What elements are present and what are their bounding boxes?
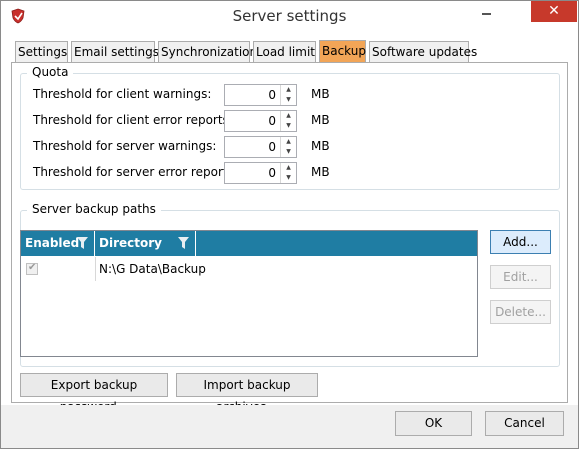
- tab-settings[interactable]: Settings: [15, 41, 68, 63]
- quota-row: Threshold for server error reports: 0 ▲ …: [21, 162, 559, 184]
- spin-down-icon[interactable]: ▼: [281, 95, 296, 105]
- enabled-checkbox[interactable]: ✔: [26, 262, 38, 275]
- server-warnings-label: Threshold for server warnings:: [33, 139, 217, 153]
- spinner-value[interactable]: 0: [268, 114, 276, 128]
- close-button[interactable]: ✕: [531, 1, 577, 22]
- unit-label: MB: [311, 139, 330, 153]
- ok-button[interactable]: OK: [395, 411, 472, 436]
- tab-load-limit[interactable]: Load limit: [253, 41, 316, 63]
- import-backup-archives-button[interactable]: Import backup archives...: [176, 373, 318, 414]
- client-errors-spinner[interactable]: 0 ▲ ▼: [224, 110, 297, 132]
- filter-icon[interactable]: [178, 237, 189, 250]
- client-errors-label: Threshold for client error reports:: [33, 113, 233, 127]
- checkmark-icon: ✔: [28, 262, 37, 273]
- spinner-value[interactable]: 0: [268, 140, 276, 154]
- tab-email-settings[interactable]: Email settings: [71, 41, 159, 63]
- table-header: Enabled Directory: [21, 231, 477, 256]
- directory-cell: N:\G Data\Backup: [99, 262, 206, 276]
- server-warnings-spinner[interactable]: 0 ▲ ▼: [224, 136, 297, 158]
- tab-software-updates[interactable]: Software updates: [369, 41, 477, 63]
- spin-up-icon[interactable]: ▲: [281, 111, 296, 121]
- quota-group: Quota Threshold for client warnings: 0 ▲…: [20, 65, 560, 190]
- spin-up-icon[interactable]: ▲: [281, 163, 296, 173]
- cancel-button[interactable]: Cancel: [485, 411, 564, 436]
- spin-down-icon[interactable]: ▼: [281, 173, 296, 183]
- add-button[interactable]: Add...: [490, 230, 551, 254]
- title-bar: Server settings ✕: [1, 1, 578, 31]
- enabled-column-header[interactable]: Enabled: [21, 231, 95, 256]
- spin-up-icon[interactable]: ▲: [281, 85, 296, 95]
- client-warnings-label: Threshold for client warnings:: [33, 87, 212, 101]
- spin-up-icon[interactable]: ▲: [281, 137, 296, 147]
- table-row[interactable]: ✔ N:\G Data\Backup: [21, 257, 477, 281]
- backup-paths-table: Enabled Directory ✔ N:\G Data\Backup: [20, 230, 478, 357]
- quota-row: Threshold for server warnings: 0 ▲ ▼ MB: [21, 136, 559, 158]
- directory-header-label: Directory: [99, 236, 162, 250]
- directory-column-header[interactable]: Directory: [95, 231, 196, 256]
- tab-synchronization[interactable]: Synchronization: [158, 41, 257, 63]
- unit-label: MB: [311, 113, 330, 127]
- quota-row: Threshold for client error reports: 0 ▲ …: [21, 110, 559, 132]
- spinner-value[interactable]: 0: [268, 166, 276, 180]
- server-errors-spinner[interactable]: 0 ▲ ▼: [224, 162, 297, 184]
- spin-down-icon[interactable]: ▼: [281, 121, 296, 131]
- tab-backup[interactable]: Backup: [319, 40, 366, 63]
- spin-down-icon[interactable]: ▼: [281, 147, 296, 157]
- delete-button[interactable]: Delete...: [490, 300, 551, 324]
- unit-label: MB: [311, 87, 330, 101]
- client-warnings-spinner[interactable]: 0 ▲ ▼: [224, 84, 297, 106]
- server-errors-label: Threshold for server error reports:: [33, 165, 238, 179]
- unit-label: MB: [311, 165, 330, 179]
- quota-group-title: Quota: [27, 65, 74, 79]
- quota-row: Threshold for client warnings: 0 ▲ ▼ MB: [21, 84, 559, 106]
- enabled-header-label: Enabled: [25, 236, 80, 250]
- filter-icon[interactable]: [77, 237, 88, 250]
- edit-button[interactable]: Edit...: [490, 265, 551, 289]
- server-settings-window: Server settings ✕ Settings Email setting…: [0, 0, 579, 449]
- minimize-button[interactable]: [473, 2, 500, 22]
- export-backup-password-button[interactable]: Export backup password...: [20, 373, 168, 414]
- spinner-value[interactable]: 0: [268, 88, 276, 102]
- backup-paths-group-title: Server backup paths: [27, 202, 161, 216]
